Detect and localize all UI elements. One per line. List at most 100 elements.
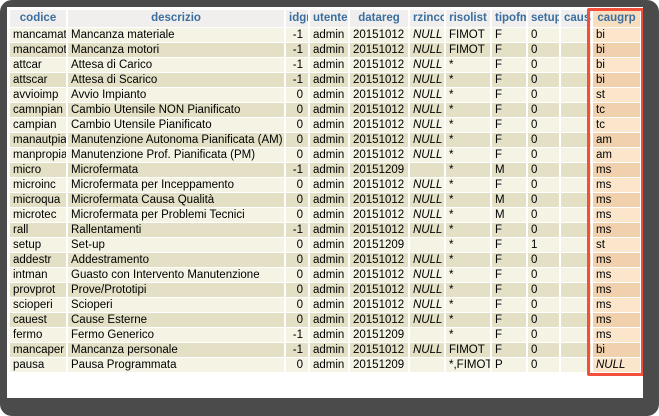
- cell-idgr[interactable]: 0: [285, 312, 309, 327]
- cell-risolist[interactable]: *: [445, 222, 491, 237]
- cell-descrizio[interactable]: Microfermata per Problemi Tecnici: [67, 207, 285, 222]
- cell-risolist[interactable]: *: [445, 312, 491, 327]
- cell-datareg[interactable]: 20151012: [349, 27, 409, 42]
- cell-tipofm[interactable]: F: [491, 117, 527, 132]
- cell-rzinco[interactable]: NULL: [409, 132, 445, 147]
- table-row[interactable]: pausaPausa Programmata0admin20151209*,FI…: [10, 357, 641, 372]
- cell-idgr[interactable]: -1: [285, 222, 309, 237]
- cell-tipofm[interactable]: F: [491, 177, 527, 192]
- cell-codice[interactable]: microinc: [10, 177, 67, 192]
- cell-setup[interactable]: 0: [527, 222, 560, 237]
- cell-setup[interactable]: 1: [527, 237, 560, 252]
- cell-setup[interactable]: 0: [527, 267, 560, 282]
- cell-idgr[interactable]: -1: [285, 342, 309, 357]
- cell-codice[interactable]: mancaper: [10, 342, 67, 357]
- cell-risolist[interactable]: FIMOT: [445, 42, 491, 57]
- cell-utente[interactable]: admin: [309, 102, 349, 117]
- column-header-rzinco[interactable]: rzinco: [409, 10, 445, 27]
- cell-risolist[interactable]: *: [445, 297, 491, 312]
- cell-utente[interactable]: admin: [309, 222, 349, 237]
- cell-causap[interactable]: [560, 237, 592, 252]
- cell-datareg[interactable]: 20151209: [349, 237, 409, 252]
- cell-risolist[interactable]: *: [445, 267, 491, 282]
- cell-rzinco[interactable]: NULL: [409, 192, 445, 207]
- table-row[interactable]: attscarAttesa di Scarico-1admin20151012N…: [10, 72, 641, 87]
- cell-risolist[interactable]: *: [445, 162, 491, 177]
- cell-datareg[interactable]: 20151209: [349, 327, 409, 342]
- cell-risolist[interactable]: *: [445, 147, 491, 162]
- cell-codice[interactable]: microtec: [10, 207, 67, 222]
- table-row[interactable]: setupSet-up0admin20151209*F1st: [10, 237, 641, 252]
- cell-setup[interactable]: 0: [527, 327, 560, 342]
- cell-descrizio[interactable]: Addestramento: [67, 252, 285, 267]
- cell-codice[interactable]: fermo: [10, 327, 67, 342]
- cell-tipofm[interactable]: F: [491, 237, 527, 252]
- column-header-risolist[interactable]: risolist: [445, 10, 491, 27]
- cell-idgr[interactable]: -1: [285, 72, 309, 87]
- cell-causap[interactable]: [560, 267, 592, 282]
- cell-rzinco[interactable]: NULL: [409, 117, 445, 132]
- cell-causap[interactable]: [560, 27, 592, 42]
- cell-codice[interactable]: provprot: [10, 282, 67, 297]
- cell-tipofm[interactable]: M: [491, 162, 527, 177]
- cell-rzinco[interactable]: NULL: [409, 342, 445, 357]
- cell-codice[interactable]: campian: [10, 117, 67, 132]
- cell-rzinco[interactable]: [409, 162, 445, 177]
- table-row[interactable]: campianCambio Utensile Pianificato0admin…: [10, 117, 641, 132]
- cell-caugrp[interactable]: bi: [592, 342, 641, 357]
- cell-datareg[interactable]: 20151209: [349, 162, 409, 177]
- cell-datareg[interactable]: 20151012: [349, 342, 409, 357]
- cell-datareg[interactable]: 20151012: [349, 192, 409, 207]
- cell-setup[interactable]: 0: [527, 282, 560, 297]
- cell-rzinco[interactable]: NULL: [409, 207, 445, 222]
- cell-setup[interactable]: 0: [527, 42, 560, 57]
- cell-risolist[interactable]: *: [445, 102, 491, 117]
- cell-risolist[interactable]: FIMOT: [445, 27, 491, 42]
- cell-descrizio[interactable]: Cause Esterne: [67, 312, 285, 327]
- cell-datareg[interactable]: 20151012: [349, 72, 409, 87]
- cell-utente[interactable]: admin: [309, 357, 349, 372]
- cell-idgr[interactable]: 0: [285, 192, 309, 207]
- cell-caugrp[interactable]: ms: [592, 327, 641, 342]
- cell-rzinco[interactable]: NULL: [409, 102, 445, 117]
- cell-tipofm[interactable]: F: [491, 312, 527, 327]
- cell-tipofm[interactable]: F: [491, 222, 527, 237]
- cell-tipofm[interactable]: F: [491, 27, 527, 42]
- cell-causap[interactable]: [560, 312, 592, 327]
- cell-caugrp[interactable]: NULL: [592, 357, 641, 372]
- cell-utente[interactable]: admin: [309, 327, 349, 342]
- table-row[interactable]: addestrAddestramento0admin20151012NULL*F…: [10, 252, 641, 267]
- cell-causap[interactable]: [560, 342, 592, 357]
- cell-descrizio[interactable]: Attesa di Scarico: [67, 72, 285, 87]
- cell-rzinco[interactable]: NULL: [409, 27, 445, 42]
- cell-caugrp[interactable]: ms: [592, 222, 641, 237]
- table-row[interactable]: microquaMicrofermata Causa Qualità0admin…: [10, 192, 641, 207]
- cell-utente[interactable]: admin: [309, 282, 349, 297]
- cell-descrizio[interactable]: Rallentamenti: [67, 222, 285, 237]
- cell-setup[interactable]: 0: [527, 297, 560, 312]
- table-row[interactable]: rallRallentamenti-1admin20151012NULL*F0m…: [10, 222, 641, 237]
- cell-tipofm[interactable]: M: [491, 192, 527, 207]
- cell-setup[interactable]: 0: [527, 132, 560, 147]
- cell-setup[interactable]: 0: [527, 147, 560, 162]
- cell-descrizio[interactable]: Mancanza personale: [67, 342, 285, 357]
- cell-risolist[interactable]: *: [445, 237, 491, 252]
- cell-codice[interactable]: scioperi: [10, 297, 67, 312]
- cell-codice[interactable]: microqua: [10, 192, 67, 207]
- cell-rzinco[interactable]: NULL: [409, 312, 445, 327]
- cell-utente[interactable]: admin: [309, 132, 349, 147]
- cell-descrizio[interactable]: Cambio Utensile Pianificato: [67, 117, 285, 132]
- cell-caugrp[interactable]: ms: [592, 282, 641, 297]
- cell-utente[interactable]: admin: [309, 117, 349, 132]
- cell-rzinco[interactable]: NULL: [409, 72, 445, 87]
- cell-caugrp[interactable]: am: [592, 132, 641, 147]
- cell-datareg[interactable]: 20151012: [349, 57, 409, 72]
- cell-causap[interactable]: [560, 282, 592, 297]
- cell-utente[interactable]: admin: [309, 42, 349, 57]
- cell-idgr[interactable]: 0: [285, 102, 309, 117]
- cell-idgr[interactable]: 0: [285, 357, 309, 372]
- cell-setup[interactable]: 0: [527, 72, 560, 87]
- cell-descrizio[interactable]: Mancanza materiale: [67, 27, 285, 42]
- cell-utente[interactable]: admin: [309, 72, 349, 87]
- cell-rzinco[interactable]: NULL: [409, 267, 445, 282]
